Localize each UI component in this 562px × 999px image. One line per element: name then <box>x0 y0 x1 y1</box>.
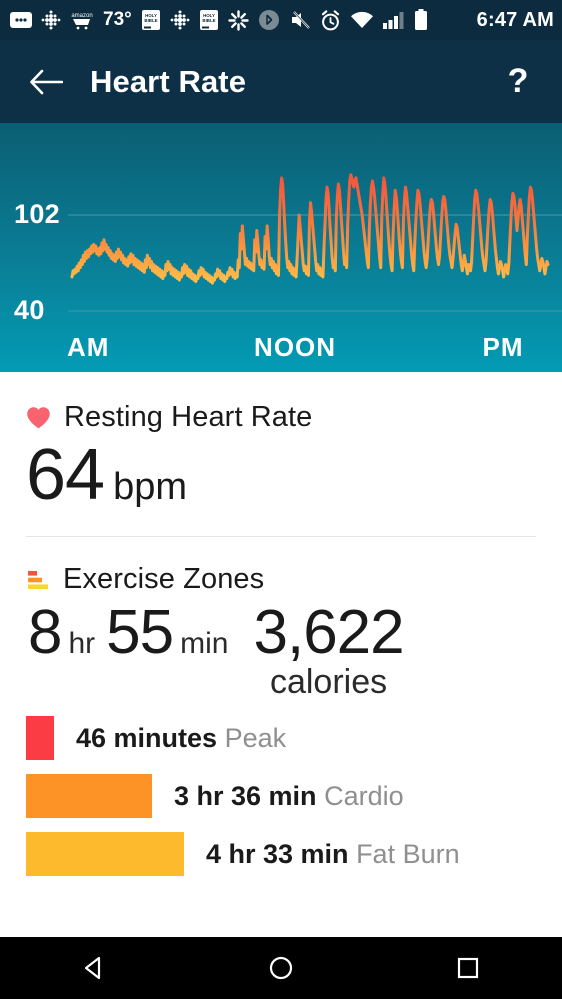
nav-back-triangle-icon <box>84 956 100 980</box>
resting-heart-rate-header: Resting Heart Rate <box>26 401 536 434</box>
nav-back-button[interactable] <box>49 937 139 999</box>
exercise-zones-totals: 8 hr 55 min 3,622 calories <box>26 598 536 702</box>
y-axis-label-low: 40 <box>14 295 45 325</box>
zone-name: Peak <box>217 722 287 753</box>
chart-line <box>70 173 550 285</box>
fitbit-dots-icon-2 <box>170 10 190 30</box>
heart-icon <box>27 407 50 429</box>
exercise-zones-header: Exercise Zones <box>26 563 536 596</box>
back-arrow-icon <box>30 69 63 94</box>
holy-bible-app-icon: HOLY BIBLE <box>141 9 161 31</box>
nav-recents-button[interactable] <box>423 937 513 999</box>
page-title: Heart Rate <box>90 63 247 99</box>
status-clock: 6:47 AM <box>476 8 554 31</box>
battery-full-icon <box>414 9 428 31</box>
total-minutes-unit: min <box>180 627 229 660</box>
resting-heart-rate-unit: bpm <box>113 466 188 508</box>
cell-signal-icon <box>382 11 405 29</box>
resting-heart-rate-title: Resting Heart Rate <box>64 401 313 433</box>
heart-rate-chart[interactable]: 102 40 AM NOON PM <box>0 123 562 372</box>
nav-home-circle-icon <box>269 956 293 980</box>
zone-name: Cardio <box>316 780 404 811</box>
content-area: Resting Heart Rate 64 bpm Exercise Zones… <box>0 372 562 877</box>
resting-heart-rate-section: Resting Heart Rate 64 bpm <box>0 372 562 511</box>
x-axis-label-am: AM <box>67 332 110 362</box>
sms-message-icon <box>10 12 32 28</box>
svg-text:BIBLE: BIBLE <box>144 18 157 23</box>
x-axis-label-pm: PM <box>482 332 524 362</box>
status-bar[interactable]: amazon 73° HOLY BIBLE HOLY BIBLE 6:47 AM <box>0 0 562 40</box>
zone-duration: 46 minutes <box>76 722 218 753</box>
app-bar: Heart Rate ? <box>0 40 562 123</box>
walmart-spark-icon <box>228 9 249 31</box>
weather-temp-icon: 73° <box>103 9 132 30</box>
volume-muted-icon <box>289 10 311 30</box>
calories-value: 3,622 <box>253 598 404 667</box>
zone-name: Fat Burn <box>348 838 460 869</box>
resting-heart-rate-value-row: 64 bpm <box>26 439 536 511</box>
x-axis-label-noon: NOON <box>254 332 337 362</box>
zone-row[interactable]: 3 hr 36 min Cardio <box>26 774 536 819</box>
holy-bible-app-icon-2: HOLY BIBLE <box>199 9 219 31</box>
help-button[interactable]: ? <box>498 60 538 104</box>
nav-home-button[interactable] <box>236 937 326 999</box>
exercise-zones-title: Exercise Zones <box>63 563 265 595</box>
calories-block: 3,622 calories <box>253 598 404 702</box>
zone-bar <box>26 716 54 761</box>
nav-recents-square-icon <box>458 957 479 979</box>
total-minutes-value: 55 <box>106 598 174 667</box>
zone-row[interactable]: 4 hr 33 min Fat Burn <box>26 832 536 877</box>
y-axis-label-high: 102 <box>14 199 60 229</box>
resting-heart-rate-value: 64 <box>26 435 105 515</box>
total-hours-value: 8 <box>28 598 62 667</box>
svg-text:BIBLE: BIBLE <box>202 18 215 23</box>
svg-text:amazon: amazon <box>71 13 92 19</box>
alarm-clock-icon <box>320 9 341 31</box>
back-button[interactable] <box>24 60 68 104</box>
zone-label: 4 hr 33 min Fat Burn <box>206 839 460 870</box>
wifi-icon <box>350 11 374 29</box>
zone-bar <box>26 774 152 819</box>
exercise-zone-list: 46 minutes Peak 3 hr 36 min Cardio 4 hr 33… <box>26 716 536 877</box>
zone-duration: 3 hr 36 min <box>174 780 317 811</box>
zone-row[interactable]: 46 minutes Peak <box>26 716 536 761</box>
zone-duration: 4 hr 33 min <box>206 838 349 869</box>
exercise-zones-section: Exercise Zones 8 hr 55 min 3,622 calorie… <box>0 537 562 877</box>
zone-label: 46 minutes Peak <box>76 723 286 754</box>
zone-label: 3 hr 36 min Cardio <box>174 781 404 812</box>
calories-unit: calories <box>269 663 388 702</box>
amazon-cart-icon: amazon <box>70 10 94 30</box>
android-navigation-bar <box>0 937 562 999</box>
bluetooth-icon <box>258 9 280 31</box>
total-hours-unit: hr <box>68 627 96 660</box>
bar-chart-icon <box>28 570 48 589</box>
zone-bar <box>26 832 184 877</box>
help-question-icon: ? <box>507 62 529 100</box>
fitbit-dots-icon <box>41 10 61 30</box>
